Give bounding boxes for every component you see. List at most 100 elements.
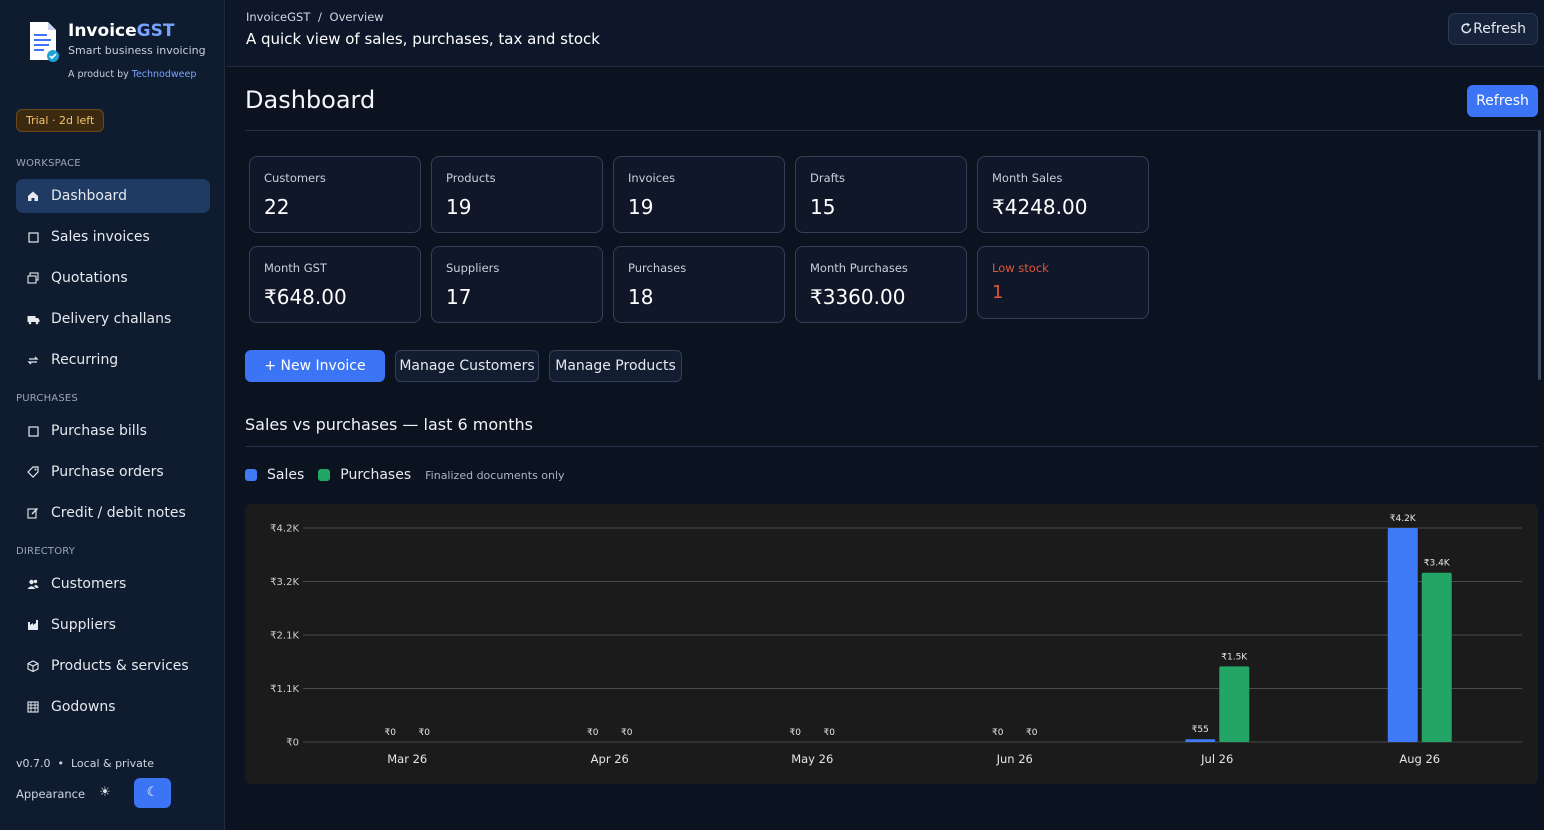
scrollbar[interactable] — [1538, 130, 1541, 380]
version-info: v0.7.0 • Local & private — [16, 757, 154, 770]
bar-sales-jul-26 — [1185, 739, 1216, 742]
breadcrumb-app[interactable]: InvoiceGST — [246, 10, 310, 24]
bar-purchases-jul-26 — [1219, 666, 1250, 742]
x-tick-label: Aug 26 — [1399, 752, 1440, 766]
stat-card-month-purchases[interactable]: Month Purchases ₹3360.00 — [795, 246, 967, 323]
home-icon — [26, 189, 40, 203]
sales-purchases-chart: ₹0 ₹1.1K ₹2.1K ₹3.2K ₹4.2K ₹0 ₹0 Mar 26 ₹0 ₹0 Apr … — [245, 504, 1538, 784]
stat-card-invoices[interactable]: Invoices 19 — [613, 156, 785, 233]
brand-attribution: A product by Technodweep — [68, 69, 197, 80]
y-tick-label: ₹3.2K — [270, 577, 299, 588]
sidebar-item-products-services[interactable]: Products & services — [16, 649, 210, 683]
stat-card-month-gst[interactable]: Month GST ₹648.00 — [249, 246, 421, 323]
sidebar-item-label: Quotations — [51, 270, 128, 286]
stat-card-low-stock[interactable]: Low stock 1 — [977, 246, 1149, 319]
legend-swatch-sales — [245, 469, 257, 481]
sidebar-item-label: Credit / debit notes — [51, 505, 186, 521]
section-label-directory: DIRECTORY — [16, 546, 76, 557]
data-label: ₹0 — [1026, 728, 1038, 738]
sidebar-item-label: Delivery challans — [51, 311, 172, 327]
sidebar-item-dashboard[interactable]: Dashboard — [16, 179, 210, 213]
data-label: ₹0 — [385, 728, 397, 738]
light-mode-sun-icon[interactable]: ☀ — [96, 784, 114, 802]
page-title: Dashboard — [245, 86, 376, 114]
stat-card-purchases[interactable]: Purchases 18 — [613, 246, 785, 323]
refresh-button[interactable]: Refresh — [1467, 85, 1538, 117]
bar-sales-aug-26 — [1387, 528, 1418, 742]
sidebar-item-purchase-orders[interactable]: Purchase orders — [16, 455, 210, 489]
y-tick-label: ₹1.1K — [270, 684, 299, 695]
data-label: ₹0 — [419, 728, 431, 738]
stack-icon — [26, 271, 40, 285]
top-header: InvoiceGST / Overview A quick view of sa… — [226, 0, 1544, 67]
sidebar-item-label: Purchase orders — [51, 464, 164, 480]
sidebar-item-label: Suppliers — [51, 617, 116, 633]
data-label: ₹0 — [621, 728, 633, 738]
x-tick-label: Jun 26 — [996, 752, 1033, 766]
factory-icon — [26, 618, 40, 632]
box-icon — [26, 659, 40, 673]
sidebar-item-suppliers[interactable]: Suppliers — [16, 608, 210, 642]
sidebar-item-label: Godowns — [51, 699, 116, 715]
technodweep-link[interactable]: Technodweep — [132, 69, 197, 80]
sidebar-item-label: Dashboard — [51, 188, 127, 204]
sidebar-item-godowns[interactable]: Godowns — [16, 690, 210, 724]
sidebar-item-label: Sales invoices — [51, 229, 150, 245]
chart-svg: ₹0 ₹1.1K ₹2.1K ₹3.2K ₹4.2K ₹0 ₹0 Mar 26 ₹0 ₹0 Apr … — [270, 514, 1522, 766]
breadcrumb: InvoiceGST / Overview — [246, 10, 384, 24]
repeat-icon — [26, 353, 40, 367]
header-refresh-button[interactable]: Refresh — [1448, 13, 1538, 45]
sidebar-item-quotations[interactable]: Quotations — [16, 261, 210, 295]
refresh-icon — [1461, 22, 1472, 34]
sidebar-item-customers[interactable]: Customers — [16, 567, 210, 601]
x-tick-label: Apr 26 — [591, 752, 629, 766]
sidebar-item-recurring[interactable]: Recurring — [16, 343, 210, 377]
data-label: ₹1.5K — [1221, 652, 1248, 662]
stat-card-products[interactable]: Products 19 — [431, 156, 603, 233]
section-label-purchases: PURCHASES — [16, 393, 78, 404]
tag-icon — [26, 465, 40, 479]
stat-card-suppliers[interactable]: Suppliers 17 — [431, 246, 603, 323]
square-icon — [26, 424, 40, 438]
data-label: ₹0 — [824, 728, 836, 738]
data-label: ₹0 — [992, 728, 1004, 738]
sidebar-item-delivery-challans[interactable]: Delivery challans — [16, 302, 210, 336]
x-tick-label: May 26 — [791, 752, 833, 766]
data-label: ₹4.2K — [1390, 514, 1417, 524]
sidebar-item-label: Customers — [51, 576, 127, 592]
new-invoice-button[interactable]: + New Invoice — [245, 350, 385, 382]
manage-products-button[interactable]: Manage Products — [549, 350, 682, 382]
y-tick-label: ₹2.1K — [270, 631, 299, 642]
sidebar-item-purchase-bills[interactable]: Purchase bills — [16, 414, 210, 448]
page-subtitle: A quick view of sales, purchases, tax an… — [246, 30, 600, 48]
brand-name: InvoiceGST — [68, 21, 175, 41]
brand-tagline: Smart business invoicing — [68, 44, 206, 57]
legend-label-sales: Sales — [267, 467, 305, 483]
data-label: ₹0 — [790, 728, 802, 738]
y-tick-label: ₹4.2K — [270, 524, 299, 535]
breadcrumb-page: Overview — [329, 10, 384, 24]
users-icon — [26, 577, 40, 591]
chart-legend: Sales Purchases Finalized documents only — [245, 466, 565, 484]
dark-mode-moon-icon[interactable]: ☾ — [134, 778, 171, 808]
section-label-workspace: WORKSPACE — [16, 158, 81, 169]
sidebar-item-credit-debit-notes[interactable]: Credit / debit notes — [16, 496, 210, 530]
truck-icon — [26, 312, 40, 326]
note-icon — [26, 506, 40, 520]
brand[interactable]: InvoiceGST Smart business invoicing A pr… — [24, 18, 214, 84]
sidebar-item-sales-invoices[interactable]: Sales invoices — [16, 220, 210, 254]
stat-card-customers[interactable]: Customers 22 — [249, 156, 421, 233]
stat-card-drafts[interactable]: Drafts 15 — [795, 156, 967, 233]
trial-badge[interactable]: Trial · 2d left — [16, 109, 105, 132]
warehouse-icon — [26, 700, 40, 714]
stat-card-month-sales[interactable]: Month Sales ₹4248.00 — [977, 156, 1149, 233]
invoice-logo-icon — [30, 22, 59, 62]
chart-note: Finalized documents only — [425, 468, 565, 482]
chart-divider — [245, 446, 1538, 447]
sidebar-item-label: Purchase bills — [51, 423, 147, 439]
x-tick-label: Mar 26 — [387, 752, 427, 766]
legend-label-purchases: Purchases — [340, 467, 412, 483]
chart-title: Sales vs purchases — last 6 months — [245, 415, 533, 434]
sidebar: InvoiceGST Smart business invoicing A pr… — [0, 0, 225, 830]
manage-customers-button[interactable]: Manage Customers — [395, 350, 539, 382]
